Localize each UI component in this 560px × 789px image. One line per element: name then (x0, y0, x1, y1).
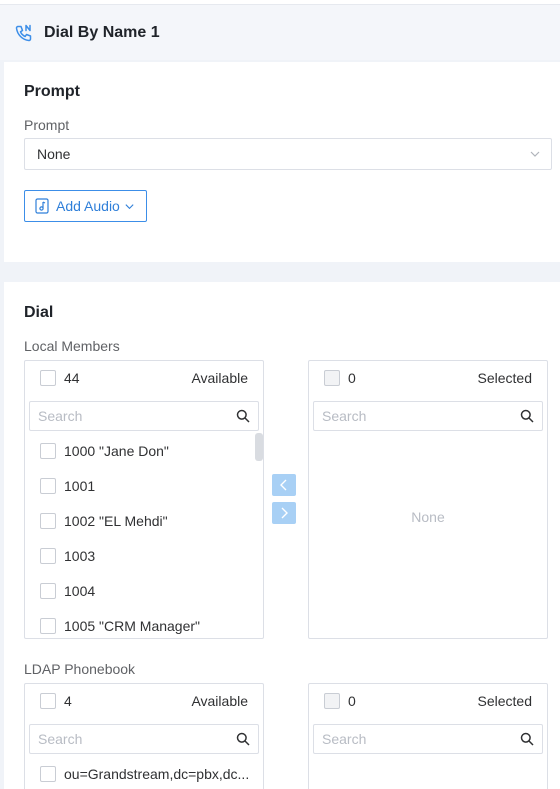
item-label: 1005 "CRM Manager" (64, 617, 201, 634)
ldap-available-panel: 4 Available Search ou=Grandstream,dc=pbx… (24, 683, 264, 789)
search-placeholder: Search (322, 731, 367, 747)
phone-forward-icon (15, 24, 32, 41)
list-item[interactable]: 1002 "EL Mehdi" (25, 503, 263, 538)
panel-header: 44 Available (25, 361, 263, 395)
prompt-select-value: None (37, 146, 71, 162)
chevron-right-icon (281, 507, 288, 519)
selected-count: 0 (348, 693, 356, 709)
selected-heading: Selected (477, 693, 532, 709)
search-input[interactable]: Search (313, 401, 543, 431)
ldap-list: ou=Grandstream,dc=pbx,dc... (25, 756, 263, 789)
search-placeholder: Search (322, 408, 367, 424)
chevron-down-icon (530, 151, 540, 157)
prompt-card: Prompt Prompt None Add Audio (4, 62, 560, 262)
ldap-selected-panel: 0 Selected Search (308, 683, 548, 789)
search-input[interactable]: Search (29, 724, 259, 754)
move-left-button[interactable] (272, 474, 296, 496)
search-input[interactable]: Search (313, 724, 543, 754)
select-all-checkbox[interactable] (324, 370, 340, 386)
list-item[interactable]: 1004 (25, 573, 263, 608)
search-icon (236, 732, 250, 746)
add-audio-button[interactable]: Add Audio (24, 190, 147, 222)
item-label: 1000 "Jane Don" (64, 442, 169, 459)
item-label: 1002 "EL Mehdi" (64, 512, 168, 529)
dial-card: Dial Local Members 44 Available Search 1… (4, 282, 560, 789)
item-checkbox[interactable] (40, 765, 56, 782)
prompt-select[interactable]: None (24, 138, 552, 170)
list-item[interactable]: 1003 (25, 538, 263, 573)
selected-count: 0 (348, 370, 356, 386)
dial-section-title: Dial (24, 304, 54, 321)
item-checkbox[interactable] (40, 547, 56, 564)
panel-header: 4 Available (25, 684, 263, 718)
list-scrollbar[interactable] (255, 433, 263, 461)
search-icon (520, 409, 534, 423)
item-label: 1001 (64, 477, 96, 494)
add-audio-label: Add Audio (56, 198, 120, 214)
page-header: Dial By Name 1 (0, 4, 560, 60)
item-checkbox[interactable] (40, 442, 56, 459)
page-title: Dial By Name 1 (44, 23, 160, 41)
select-all-checkbox[interactable] (40, 370, 56, 386)
list-item[interactable]: 1001 (25, 468, 263, 503)
member-list: 1000 "Jane Don" 1001 1002 "EL Mehdi" 100… (25, 433, 263, 638)
prompt-section-title: Prompt (24, 83, 80, 100)
audio-file-icon (35, 198, 49, 214)
available-count: 4 (64, 693, 72, 709)
search-placeholder: Search (38, 731, 83, 747)
item-label: 1003 (64, 547, 96, 564)
item-label: ou=Grandstream,dc=pbx,dc... (64, 765, 250, 782)
prompt-field-label: Prompt (24, 117, 70, 133)
chevron-down-icon (125, 203, 134, 209)
available-count: 44 (64, 370, 80, 386)
selected-heading: Selected (477, 370, 532, 386)
search-placeholder: Search (38, 408, 83, 424)
local-members-selected-panel: 0 Selected Search None (308, 360, 548, 639)
item-checkbox[interactable] (40, 582, 56, 599)
panel-header: 0 Selected (309, 684, 547, 718)
local-members-label: Local Members (24, 338, 120, 354)
ldap-phonebook-label: LDAP Phonebook (24, 661, 136, 677)
list-item[interactable]: 1000 "Jane Don" (25, 433, 263, 468)
chevron-left-icon (280, 479, 287, 491)
available-heading: Available (191, 370, 248, 386)
item-checkbox[interactable] (40, 512, 56, 529)
item-checkbox[interactable] (40, 477, 56, 494)
search-icon (520, 732, 534, 746)
select-all-checkbox[interactable] (324, 693, 340, 709)
panel-header: 0 Selected (309, 361, 547, 395)
list-item[interactable]: 1005 "CRM Manager" (25, 608, 263, 638)
select-all-checkbox[interactable] (40, 693, 56, 709)
search-icon (236, 409, 250, 423)
local-members-available-panel: 44 Available Search 1000 "Jane Don" 1001… (24, 360, 264, 639)
search-input[interactable]: Search (29, 401, 259, 431)
list-item[interactable]: ou=Grandstream,dc=pbx,dc... (25, 756, 263, 789)
empty-list-text: None (411, 509, 445, 525)
move-right-button[interactable] (272, 502, 296, 524)
available-heading: Available (191, 693, 248, 709)
item-label: 1004 (64, 582, 96, 599)
item-checkbox[interactable] (40, 617, 56, 634)
